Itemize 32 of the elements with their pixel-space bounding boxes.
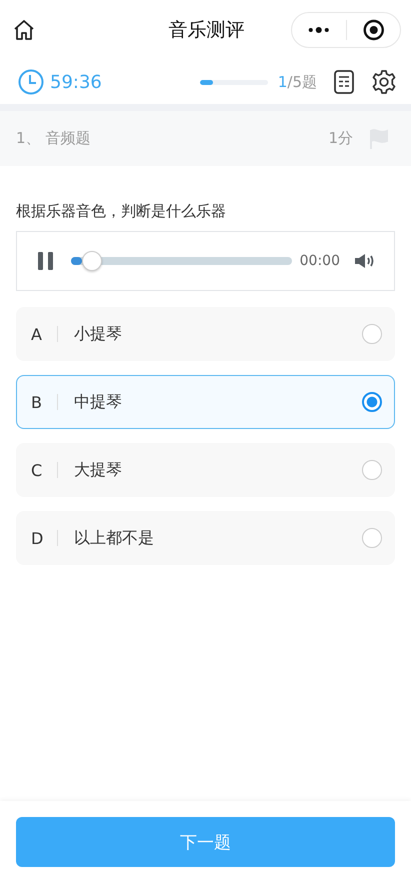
option-letter: D <box>31 528 43 548</box>
timer-text: 59:36 <box>50 72 102 92</box>
radio-button[interactable] <box>362 528 382 548</box>
option-text: 大提琴 <box>74 460 122 480</box>
radio-button[interactable] <box>362 460 382 480</box>
pause-icon[interactable] <box>37 251 55 271</box>
audio-progress-fill <box>71 257 82 265</box>
option-item[interactable]: A 小提琴 <box>16 307 395 361</box>
option-text: 小提琴 <box>74 324 122 344</box>
option-item[interactable]: D 以上都不是 <box>16 511 395 565</box>
audio-time: 00:00 <box>300 253 340 269</box>
option-text: 以上都不是 <box>74 528 154 548</box>
settings-icon[interactable] <box>371 69 397 95</box>
option-item[interactable]: C 大提琴 <box>16 443 395 497</box>
slider-thumb[interactable] <box>82 251 102 271</box>
question-type-label: 1、 音频题 <box>16 129 90 148</box>
question-total: /5题 <box>287 72 317 92</box>
volume-icon[interactable] <box>354 252 376 270</box>
option-letter: C <box>31 460 43 480</box>
score-label: 1分 <box>328 129 353 148</box>
home-icon[interactable] <box>12 18 36 42</box>
option-text: 中提琴 <box>74 392 122 412</box>
question-text: 根据乐器音色，判断是什么乐器 <box>16 202 227 221</box>
option-letter: B <box>31 392 43 412</box>
clock-icon <box>18 69 44 95</box>
page-title: 音乐测评 <box>168 18 244 43</box>
option-item[interactable]: B 中提琴 <box>16 375 395 429</box>
radio-button[interactable] <box>362 392 382 412</box>
radio-button[interactable] <box>362 324 382 344</box>
answer-sheet-icon[interactable] <box>331 69 357 95</box>
current-question-number: 1 <box>278 72 288 92</box>
option-letter: A <box>31 324 43 344</box>
